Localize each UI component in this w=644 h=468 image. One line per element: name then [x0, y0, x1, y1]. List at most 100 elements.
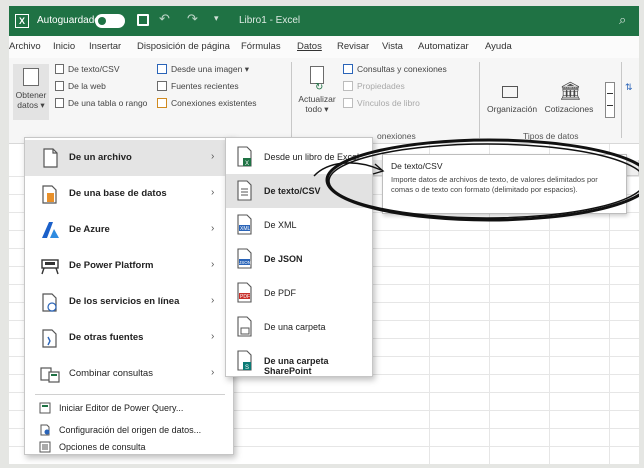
text-csv-icon [236, 180, 254, 202]
refresh-all-button[interactable]: ↻ Actualizar todo ▾ [297, 64, 337, 120]
web-ribbon-icon [55, 81, 64, 91]
submenu-item-from-excel-workbook[interactable]: X Desde un libro de Excel [226, 140, 372, 174]
menu-item-label: De otras fuentes [69, 332, 144, 343]
menu-item-from-file[interactable]: De un archivo › [25, 140, 233, 176]
data-source-icon [39, 424, 51, 436]
chevron-right-icon: › [211, 223, 215, 234]
submenu-item-from-sharepoint-folder[interactable]: S De una carpeta SharePoint [226, 344, 372, 378]
document-title: Libro1 - Excel [239, 15, 301, 26]
ribbon-label: Vínculos de libro [357, 98, 420, 108]
organization-button[interactable]: Organización [487, 86, 537, 120]
tab-vista[interactable]: Vista [382, 41, 403, 52]
sharepoint-folder-icon: S [236, 350, 254, 372]
tooltip-text-csv: De texto/CSV Importe datos de archivos d… [382, 154, 627, 214]
get-data-label-1: Obtener [15, 90, 47, 100]
chevron-right-icon: › [211, 187, 215, 198]
redo-icon[interactable]: ↷ [187, 11, 198, 27]
stocks-button[interactable]: 🏛 Cotizaciones [541, 82, 597, 120]
ribbon-label: De la web [68, 81, 106, 91]
group-label-queries: onexiones [377, 131, 416, 141]
submenu-item-label: De XML [264, 220, 297, 230]
menu-item-power-query-editor[interactable]: Iniciar Editor de Power Query... [25, 397, 233, 419]
queries-icon [343, 64, 353, 74]
get-data-button[interactable]: Obtener datos ▾ [13, 64, 49, 120]
submenu-item-label: De JSON [264, 254, 303, 264]
menu-item-label: Combinar consultas [69, 368, 153, 379]
submenu-item-label: De texto/CSV [264, 186, 321, 196]
tab-insertar[interactable]: Insertar [89, 41, 121, 52]
quick-access-dropdown-icon[interactable]: ▾ [214, 13, 219, 24]
refresh-label-1: Actualizar [298, 94, 336, 104]
group-label-data-types: Tipos de datos [523, 131, 579, 141]
menu-item-combine-queries[interactable]: Combinar consultas › [25, 356, 233, 392]
menu-item-label: De los servicios en línea [69, 296, 180, 307]
submenu-item-from-pdf[interactable]: PDF De PDF [226, 276, 372, 310]
tab-datos[interactable]: Datos [297, 41, 322, 52]
chevron-right-icon: › [211, 295, 215, 306]
tab-ayuda[interactable]: Ayuda [485, 41, 512, 52]
menu-item-label: De un archivo [69, 152, 132, 163]
text-csv-ribbon-icon [55, 64, 64, 74]
combine-icon [39, 363, 61, 385]
connections-icon [157, 98, 167, 108]
ribbon-label: Propiedades [357, 81, 405, 91]
submenu-item-from-json[interactable]: JSON De JSON [226, 242, 372, 276]
properties-icon [343, 81, 353, 91]
menu-item-label: Iniciar Editor de Power Query... [59, 403, 184, 413]
ribbon-label: Consultas y conexiones [357, 64, 447, 74]
undo-icon[interactable]: ↶ [159, 11, 170, 27]
pdf-icon: PDF [236, 282, 254, 304]
xml-icon: XML [236, 214, 254, 236]
tab-disposicion[interactable]: Disposición de página [137, 41, 230, 52]
other-sources-icon [39, 327, 61, 349]
menu-item-data-source-settings[interactable]: Configuración del origen de datos... [25, 419, 233, 441]
azure-icon [39, 219, 61, 241]
menu-item-from-azure[interactable]: De Azure › [25, 212, 233, 248]
menu-item-label: De una base de datos [69, 188, 167, 199]
chevron-right-icon: › [211, 331, 215, 342]
tab-automatizar[interactable]: Automatizar [418, 41, 469, 52]
excel-workbook-icon: X [236, 146, 254, 168]
submenu-item-from-xml[interactable]: XML De XML [226, 208, 372, 242]
json-icon: JSON [236, 248, 254, 270]
ribbon-label: Conexiones existentes [171, 98, 257, 108]
menu-item-label: Configuración del origen de datos... [59, 425, 202, 435]
submenu-item-from-folder[interactable]: De una carpeta [226, 310, 372, 344]
from-file-submenu: X Desde un libro de Excel De texto/CSV X… [225, 137, 373, 377]
sort-icon[interactable]: ⇅ [625, 82, 633, 93]
power-query-icon [39, 402, 51, 414]
menu-item-label: De Azure [69, 224, 110, 235]
toggle-knob [98, 17, 106, 25]
menu-item-from-other-sources[interactable]: De otras fuentes › [25, 320, 233, 356]
get-data-menu: De un archivo › De una base de datos › D… [24, 137, 234, 455]
folder-icon [236, 316, 254, 338]
recent-sources-icon [157, 81, 167, 91]
autosave-toggle[interactable] [95, 14, 125, 28]
save-icon[interactable] [137, 14, 149, 26]
autosave-label: Autoguardado [37, 15, 100, 26]
search-icon[interactable]: ⌕ [619, 12, 626, 28]
tab-revisar[interactable]: Revisar [337, 41, 369, 52]
submenu-item-from-text-csv[interactable]: De texto/CSV [226, 174, 372, 208]
refresh-label-2: todo ▾ [305, 104, 329, 114]
table-ribbon-icon [55, 98, 64, 108]
svg-text:XML: XML [240, 226, 251, 232]
ribbon: Obtener datos ▾ De texto/CSV De la web D… [9, 58, 639, 144]
menu-item-from-database[interactable]: De una base de datos › [25, 176, 233, 212]
submenu-item-label: Desde un libro de Excel [264, 152, 360, 162]
excel-window: X Autoguardado ↶ ↷ ▾ Libro1 - Excel ⌕ Ar… [9, 6, 639, 464]
menu-item-from-online-services[interactable]: De los servicios en línea › [25, 284, 233, 320]
tab-archivo[interactable]: Archivo [9, 41, 41, 52]
menu-item-query-options[interactable]: Opciones de consulta [25, 441, 233, 455]
svg-text:X: X [245, 161, 249, 167]
data-types-scroll[interactable] [605, 82, 615, 118]
menu-item-from-power-platform[interactable]: De Power Platform › [25, 248, 233, 284]
tab-inicio[interactable]: Inicio [53, 41, 75, 52]
ribbon-label: De una tabla o rango [68, 98, 148, 108]
tooltip-body: Importe datos de archivos de texto, de v… [391, 175, 598, 194]
ribbon-separator [479, 62, 480, 138]
power-platform-icon [39, 255, 61, 277]
chevron-right-icon: › [211, 367, 215, 378]
ribbon-tabs: Archivo Inicio Insertar Disposición de p… [9, 36, 639, 58]
tab-formulas[interactable]: Fórmulas [241, 41, 281, 52]
